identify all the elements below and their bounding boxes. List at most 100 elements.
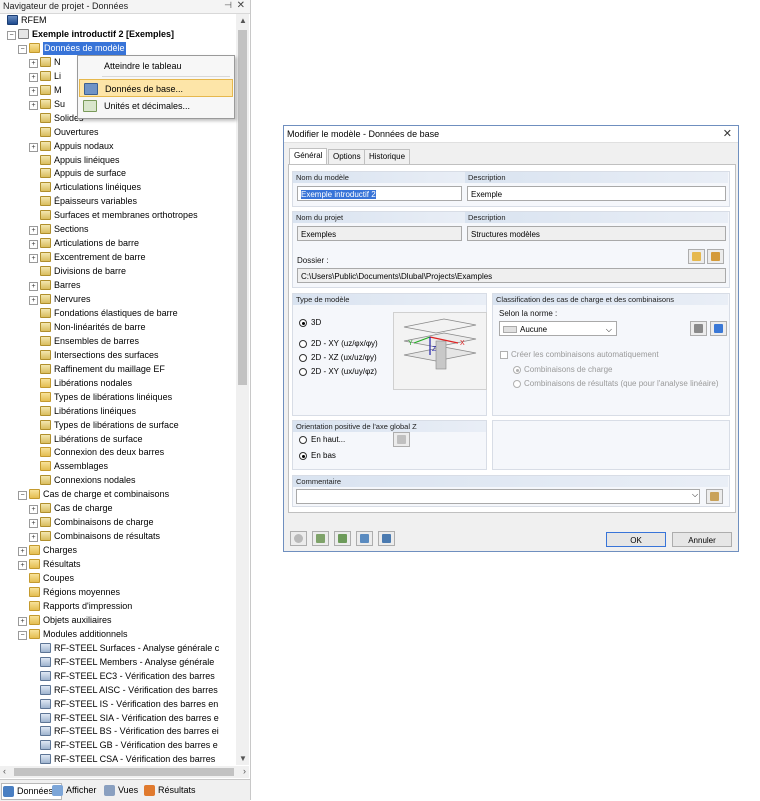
z-up-settings-button[interactable] [393,432,410,447]
scroll-thumb[interactable] [238,30,247,385]
expand-icon[interactable]: + [18,547,27,557]
tree-item[interactable]: RF-STEEL SIA - Vérification des barres e [0,712,236,725]
tree-item[interactable]: RF-STEEL Surfaces - Analyse générale c [0,642,236,655]
expand-icon[interactable]: + [29,254,38,264]
expand-icon[interactable]: + [29,240,38,250]
project-manager-button[interactable] [707,249,724,264]
tree-item[interactable]: Appuis linéiques [0,154,236,167]
tree-item[interactable]: Surfaces et membranes orthotropes [0,209,236,222]
expand-icon[interactable]: + [29,519,38,529]
radio-3d[interactable] [299,319,307,327]
expand-icon[interactable]: + [29,86,38,96]
tree-item[interactable]: − Cas de charge et combinaisons [0,488,236,501]
tree-item[interactable]: RF-STEEL EC3 - Vérification des barres [0,670,236,683]
collapse-icon[interactable]: − [18,491,27,501]
tree-item[interactable]: Fondations élastiques de barre [0,307,236,320]
tree-item[interactable]: RF-STEEL GB - Vérification des barres e [0,739,236,752]
scroll-up-icon[interactable]: ▲ [239,16,247,25]
project-desc-field[interactable]: Structures modèles [467,226,726,241]
project-name-field[interactable]: Exemples [297,226,462,241]
tree-item[interactable]: + Excentrement de barre [0,251,236,264]
tree-item[interactable]: Types de libérations de surface [0,419,236,432]
scroll-left-icon[interactable]: ‹ [3,766,6,776]
expand-icon[interactable]: + [29,282,38,292]
tree-item[interactable]: Connexions nodales [0,474,236,487]
tree-item[interactable]: Libérations nodales [0,377,236,390]
tree-item[interactable]: RF-STEEL BS - Vérification des barres ei [0,725,236,738]
radio-result-combinations[interactable] [513,380,521,388]
expand-icon[interactable]: + [18,561,27,571]
export-button[interactable] [378,531,395,546]
auto-combinations-checkbox[interactable] [500,351,508,359]
ok-button[interactable]: OK [606,532,666,547]
comment-field[interactable] [296,489,700,504]
tree-item[interactable]: RFEM [0,14,236,27]
tree-item[interactable]: + Objets auxiliaires [0,614,236,627]
tab-options[interactable]: Options [328,149,366,165]
tree-item[interactable]: Raffinement du maillage EF [0,363,236,376]
tree-item[interactable]: + Sections [0,223,236,236]
comment-dropdown-icon[interactable]: ⌵ [692,490,698,500]
expand-icon[interactable]: + [29,142,38,152]
radio-2d-xy-ux[interactable] [299,368,307,376]
tab-general[interactable]: Général [289,148,328,165]
collapse-icon[interactable]: − [18,44,27,54]
tree-item[interactable]: Appuis de surface [0,167,236,180]
menu-item-goto-table[interactable]: Atteindre le tableau [79,57,233,75]
expand-icon[interactable]: + [29,296,38,305]
radio-z-down[interactable] [299,452,307,460]
expand-icon[interactable]: + [29,226,38,236]
tree-item[interactable]: Articulations linéiques [0,181,236,194]
tree-item[interactable]: Ensembles de barres [0,335,236,348]
tree-item[interactable]: − Exemple introductif 2 [Exemples] [0,28,236,41]
tree-item[interactable]: RF-STEEL IS - Vérification des barres en [0,698,236,711]
comment-edit-button[interactable] [706,489,723,504]
norm-filter-button[interactable] [710,321,727,336]
expand-icon[interactable]: + [29,533,38,543]
help-button[interactable] [290,531,307,546]
hscroll-thumb[interactable] [14,768,234,776]
tree-item[interactable]: − Données de modèle [0,41,236,55]
tree-item[interactable]: Rapports d'impression [0,600,236,613]
model-desc-field[interactable]: Exemple [467,186,726,201]
model-name-field[interactable]: Exemple introductif 2 [297,186,462,201]
horizontal-scrollbar[interactable]: ‹ › [0,766,249,778]
tree-item[interactable]: + Nervures [0,293,236,306]
tree-item[interactable]: Types de libérations linéiques [0,391,236,404]
expand-icon[interactable]: + [29,72,38,82]
tree-item[interactable]: Libérations linéiques [0,405,236,418]
tree-item[interactable]: RF-STEEL Members - Analyse générale [0,656,236,669]
radio-2d-xz[interactable] [299,354,307,362]
edit-button[interactable] [312,531,329,546]
radio-2d-xy-uz[interactable] [299,340,307,348]
tree-item[interactable]: Régions moyennes [0,586,236,599]
norm-select[interactable]: Aucune ⌵ [499,321,617,336]
tree-item[interactable]: Ouvertures [0,126,236,139]
tree-item[interactable]: RF-STEEL CSA - Vérification des barres [0,753,236,765]
collapse-icon[interactable]: − [18,630,27,640]
tree-item[interactable]: Intersections des surfaces [0,349,236,362]
close-icon[interactable]: ✕ [237,0,245,11]
radio-z-up[interactable] [299,436,307,444]
tab-historique[interactable]: Historique [364,149,411,165]
norm-settings-button[interactable] [690,321,707,336]
menu-item-basic-data[interactable]: Données de base... [79,79,233,97]
expand-icon[interactable]: + [29,58,38,68]
scroll-down-icon[interactable]: ▼ [239,754,247,763]
collapse-icon[interactable]: − [7,30,16,40]
cancel-button[interactable]: Annuler [672,532,732,547]
tree-item[interactable]: + Charges [0,544,236,557]
tree-item[interactable]: Libérations de surface [0,433,236,446]
tree-item[interactable]: + Barres [0,279,236,292]
tree-item[interactable]: Divisions de barre [0,265,236,278]
tree-item[interactable]: RF-STEEL AISC - Vérification des barres [0,684,236,697]
tree-item[interactable]: Non-linéarités de barre [0,321,236,334]
radio-load-combinations[interactable] [513,366,521,374]
scroll-right-icon[interactable]: › [243,766,246,776]
tree-item[interactable]: Connexion des deux barres [0,446,236,459]
units-button[interactable] [334,531,351,546]
menu-item-units[interactable]: Unités et décimales... [79,97,233,115]
tree-item[interactable]: Assemblages [0,460,236,473]
expand-icon[interactable]: + [29,505,38,515]
expand-icon[interactable]: + [29,100,38,110]
